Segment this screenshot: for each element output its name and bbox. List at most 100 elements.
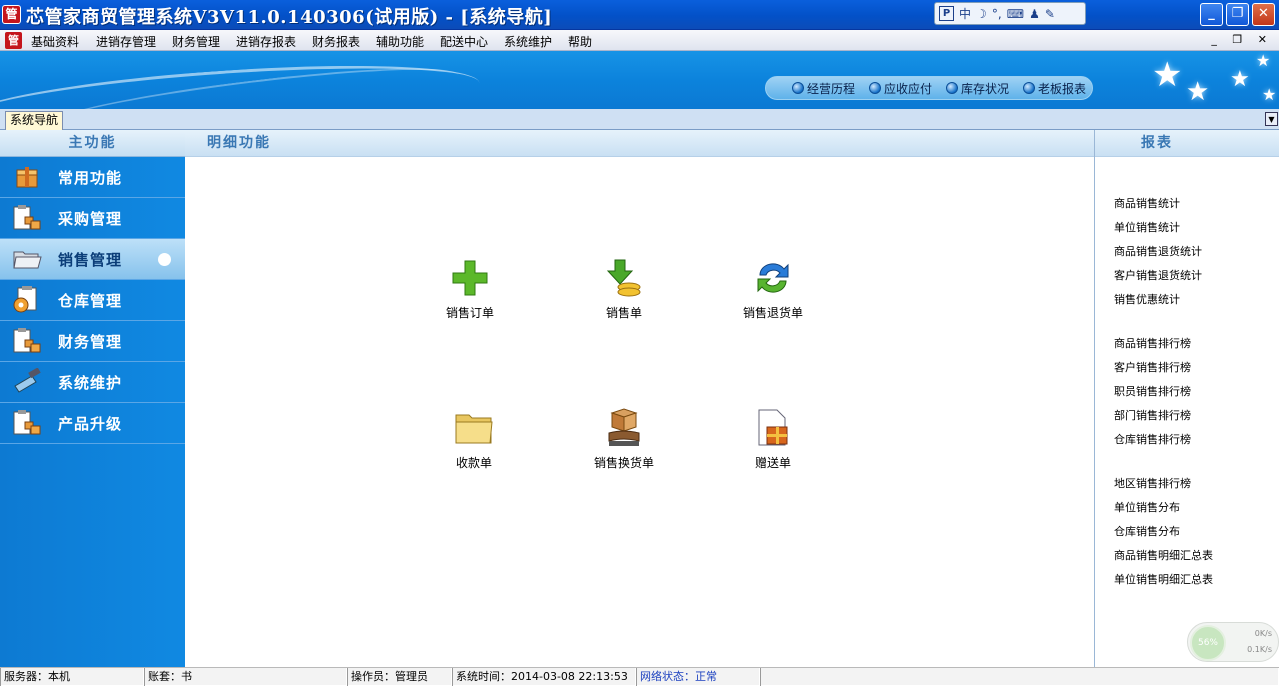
menu-item-basic-data[interactable]: 基础资料 bbox=[31, 33, 79, 50]
radio-dot-icon bbox=[869, 82, 882, 94]
hammer-icon bbox=[12, 368, 42, 396]
sidebar-title: 主功能 bbox=[0, 130, 185, 157]
detail-functions-panel: 明细功能 销售订单 销售单 销售退货单 收款单 销售换货单 赠送单 bbox=[185, 130, 1094, 667]
ime-logo-icon[interactable]: P bbox=[939, 6, 954, 21]
report-link[interactable]: 商品销售退货统计 bbox=[1114, 243, 1202, 259]
download-coins-icon bbox=[601, 255, 647, 301]
tab-strip: 系统导航 ▼ bbox=[0, 109, 1279, 130]
status-time: 系统时间：2014-03-08 22:13:53 bbox=[452, 668, 636, 686]
detail-title: 明细功能 bbox=[185, 130, 1094, 157]
report-link[interactable]: 客户销售退货统计 bbox=[1114, 267, 1202, 283]
report-link[interactable]: 仓库销售排行榜 bbox=[1114, 431, 1191, 447]
restore-button[interactable]: ❐ bbox=[1226, 3, 1249, 26]
status-operator: 操作员：管理员 bbox=[347, 668, 452, 686]
app-logo-icon: 管 bbox=[2, 5, 21, 24]
menu-item-inventory-reports[interactable]: 进销存报表 bbox=[236, 33, 296, 50]
quick-link-receivables-payables[interactable]: 应收应付 bbox=[869, 80, 932, 97]
ime-keyboard-icon[interactable]: ⌨ bbox=[1007, 7, 1024, 21]
sidebar-item-sales-management[interactable]: 销售管理 bbox=[0, 239, 185, 280]
close-button[interactable]: ✕ bbox=[1252, 3, 1275, 26]
menu-app-icon[interactable]: 管 bbox=[5, 32, 22, 49]
folder-icon bbox=[451, 405, 497, 451]
status-server: 服务器：本机 bbox=[0, 668, 144, 686]
mdi-window-controls[interactable]: _ ❐ ✕ bbox=[1211, 33, 1273, 46]
function-gift-slip[interactable]: 赠送单 bbox=[713, 405, 833, 471]
sidebar-item-warehouse-management[interactable]: 仓库管理 bbox=[0, 280, 185, 321]
ime-toolbar[interactable]: P 中 ☽ °, ⌨ ♟ ✎ bbox=[934, 2, 1086, 25]
clipboard-gear-icon bbox=[12, 286, 42, 314]
function-sales-return[interactable]: 销售退货单 bbox=[713, 255, 833, 321]
reports-title: 报表 bbox=[1095, 130, 1279, 157]
report-link[interactable]: 商品销售排行榜 bbox=[1114, 335, 1191, 351]
clipboard-boxes-icon bbox=[12, 204, 42, 232]
report-link[interactable]: 单位销售分布 bbox=[1114, 499, 1180, 515]
sidebar-item-common-functions[interactable]: 常用功能 bbox=[0, 157, 185, 198]
ime-punct-toggle[interactable]: °, bbox=[992, 7, 1002, 21]
quick-link-inventory-status[interactable]: 库存状况 bbox=[946, 80, 1009, 97]
active-indicator-dot bbox=[158, 253, 171, 266]
ime-mode-toggle[interactable]: 中 bbox=[959, 5, 971, 22]
ime-user-icon[interactable]: ♟ bbox=[1029, 7, 1040, 21]
report-link[interactable]: 仓库销售分布 bbox=[1114, 523, 1180, 539]
menu-item-help[interactable]: 帮助 bbox=[568, 33, 592, 50]
menu-item-system-maintenance[interactable]: 系统维护 bbox=[504, 33, 552, 50]
report-link[interactable]: 商品销售明细汇总表 bbox=[1114, 547, 1213, 563]
report-link[interactable]: 销售优惠统计 bbox=[1114, 291, 1180, 307]
clipboard-boxes-icon bbox=[12, 409, 42, 437]
sidebar-item-finance-management[interactable]: 财务管理 bbox=[0, 321, 185, 362]
menu-bar: 管 基础资料 进销存管理 财务管理 进销存报表 财务报表 辅助功能 配送中心 系… bbox=[0, 30, 1279, 51]
quick-link-boss-report[interactable]: 老板报表 bbox=[1023, 80, 1086, 97]
radio-dot-icon bbox=[946, 82, 959, 94]
network-usage-percent: 56% bbox=[1190, 625, 1226, 661]
menu-item-finance-reports[interactable]: 财务报表 bbox=[312, 33, 360, 50]
function-receipt[interactable]: 收款单 bbox=[414, 405, 534, 471]
report-link[interactable]: 地区销售排行榜 bbox=[1114, 475, 1191, 491]
report-link[interactable]: 单位销售统计 bbox=[1114, 219, 1180, 235]
sidebar-item-product-upgrade[interactable]: 产品升级 bbox=[0, 403, 185, 444]
report-link[interactable]: 客户销售排行榜 bbox=[1114, 359, 1191, 375]
ime-tool-icon[interactable]: ✎ bbox=[1045, 7, 1055, 21]
star-decoration-icon: ★ bbox=[1256, 51, 1271, 70]
plus-icon bbox=[447, 255, 493, 301]
status-network: 网络状态：正常 bbox=[636, 668, 760, 686]
download-speed: 0.1K/s bbox=[1247, 645, 1272, 654]
function-sales-slip[interactable]: 销售单 bbox=[564, 255, 684, 321]
sidebar-item-system-maintenance[interactable]: 系统维护 bbox=[0, 362, 185, 403]
star-decoration-icon: ★ bbox=[1152, 55, 1183, 95]
box-icon bbox=[12, 163, 42, 191]
function-sales-exchange[interactable]: 销售换货单 bbox=[564, 405, 684, 471]
status-bar: 服务器：本机 账套：书 操作员：管理员 系统时间：2014-03-08 22:1… bbox=[0, 667, 1279, 686]
report-link[interactable]: 单位销售明细汇总表 bbox=[1114, 571, 1213, 587]
ime-halfwidth-moon-icon[interactable]: ☽ bbox=[976, 7, 987, 21]
status-account: 账套：书 bbox=[144, 668, 347, 686]
menu-item-distribution[interactable]: 配送中心 bbox=[440, 33, 488, 50]
star-decoration-icon: ★ bbox=[1262, 85, 1277, 104]
tab-dropdown-icon[interactable]: ▼ bbox=[1265, 112, 1278, 126]
exchange-box-icon bbox=[601, 405, 647, 451]
function-sales-order[interactable]: 销售订单 bbox=[410, 255, 530, 321]
menu-item-auxiliary[interactable]: 辅助功能 bbox=[376, 33, 424, 50]
menu-item-finance-management[interactable]: 财务管理 bbox=[172, 33, 220, 50]
quick-links-bar: 经营历程 应收应付 库存状况 老板报表 bbox=[765, 76, 1093, 100]
report-link[interactable]: 商品销售统计 bbox=[1114, 195, 1180, 211]
star-decoration-icon: ★ bbox=[1230, 67, 1250, 92]
clipboard-boxes-icon bbox=[12, 327, 42, 355]
star-decoration-icon: ★ bbox=[1186, 77, 1210, 107]
sidebar-item-purchase-management[interactable]: 采购管理 bbox=[0, 198, 185, 239]
network-speed-widget[interactable]: 56% 0K/s 0.1K/s bbox=[1187, 622, 1279, 662]
radio-dot-icon bbox=[1023, 82, 1036, 94]
minimize-button[interactable]: _ bbox=[1200, 3, 1223, 26]
title-bar: 管 芯管家商贸管理系统V3V11.0.140306(试用版) - [系统导航] … bbox=[0, 0, 1279, 30]
main-function-sidebar: 主功能 常用功能 采购管理 销售管理 仓库管理 财务管理 系统维护 产品升级 bbox=[0, 130, 185, 667]
quick-link-business-history[interactable]: 经营历程 bbox=[792, 80, 855, 97]
tab-system-navigation[interactable]: 系统导航 bbox=[5, 111, 64, 130]
banner: 经营历程 应收应付 库存状况 老板报表 ★ ★ ★ ★ ★ bbox=[0, 51, 1279, 109]
return-arrows-icon bbox=[750, 255, 796, 301]
report-link[interactable]: 职员销售排行榜 bbox=[1114, 383, 1191, 399]
report-link[interactable]: 部门销售排行榜 bbox=[1114, 407, 1191, 423]
status-empty bbox=[760, 668, 1279, 686]
gift-document-icon bbox=[750, 405, 796, 451]
menu-item-inventory-management[interactable]: 进销存管理 bbox=[96, 33, 156, 50]
upload-speed: 0K/s bbox=[1254, 629, 1272, 638]
folder-open-icon bbox=[12, 245, 42, 273]
